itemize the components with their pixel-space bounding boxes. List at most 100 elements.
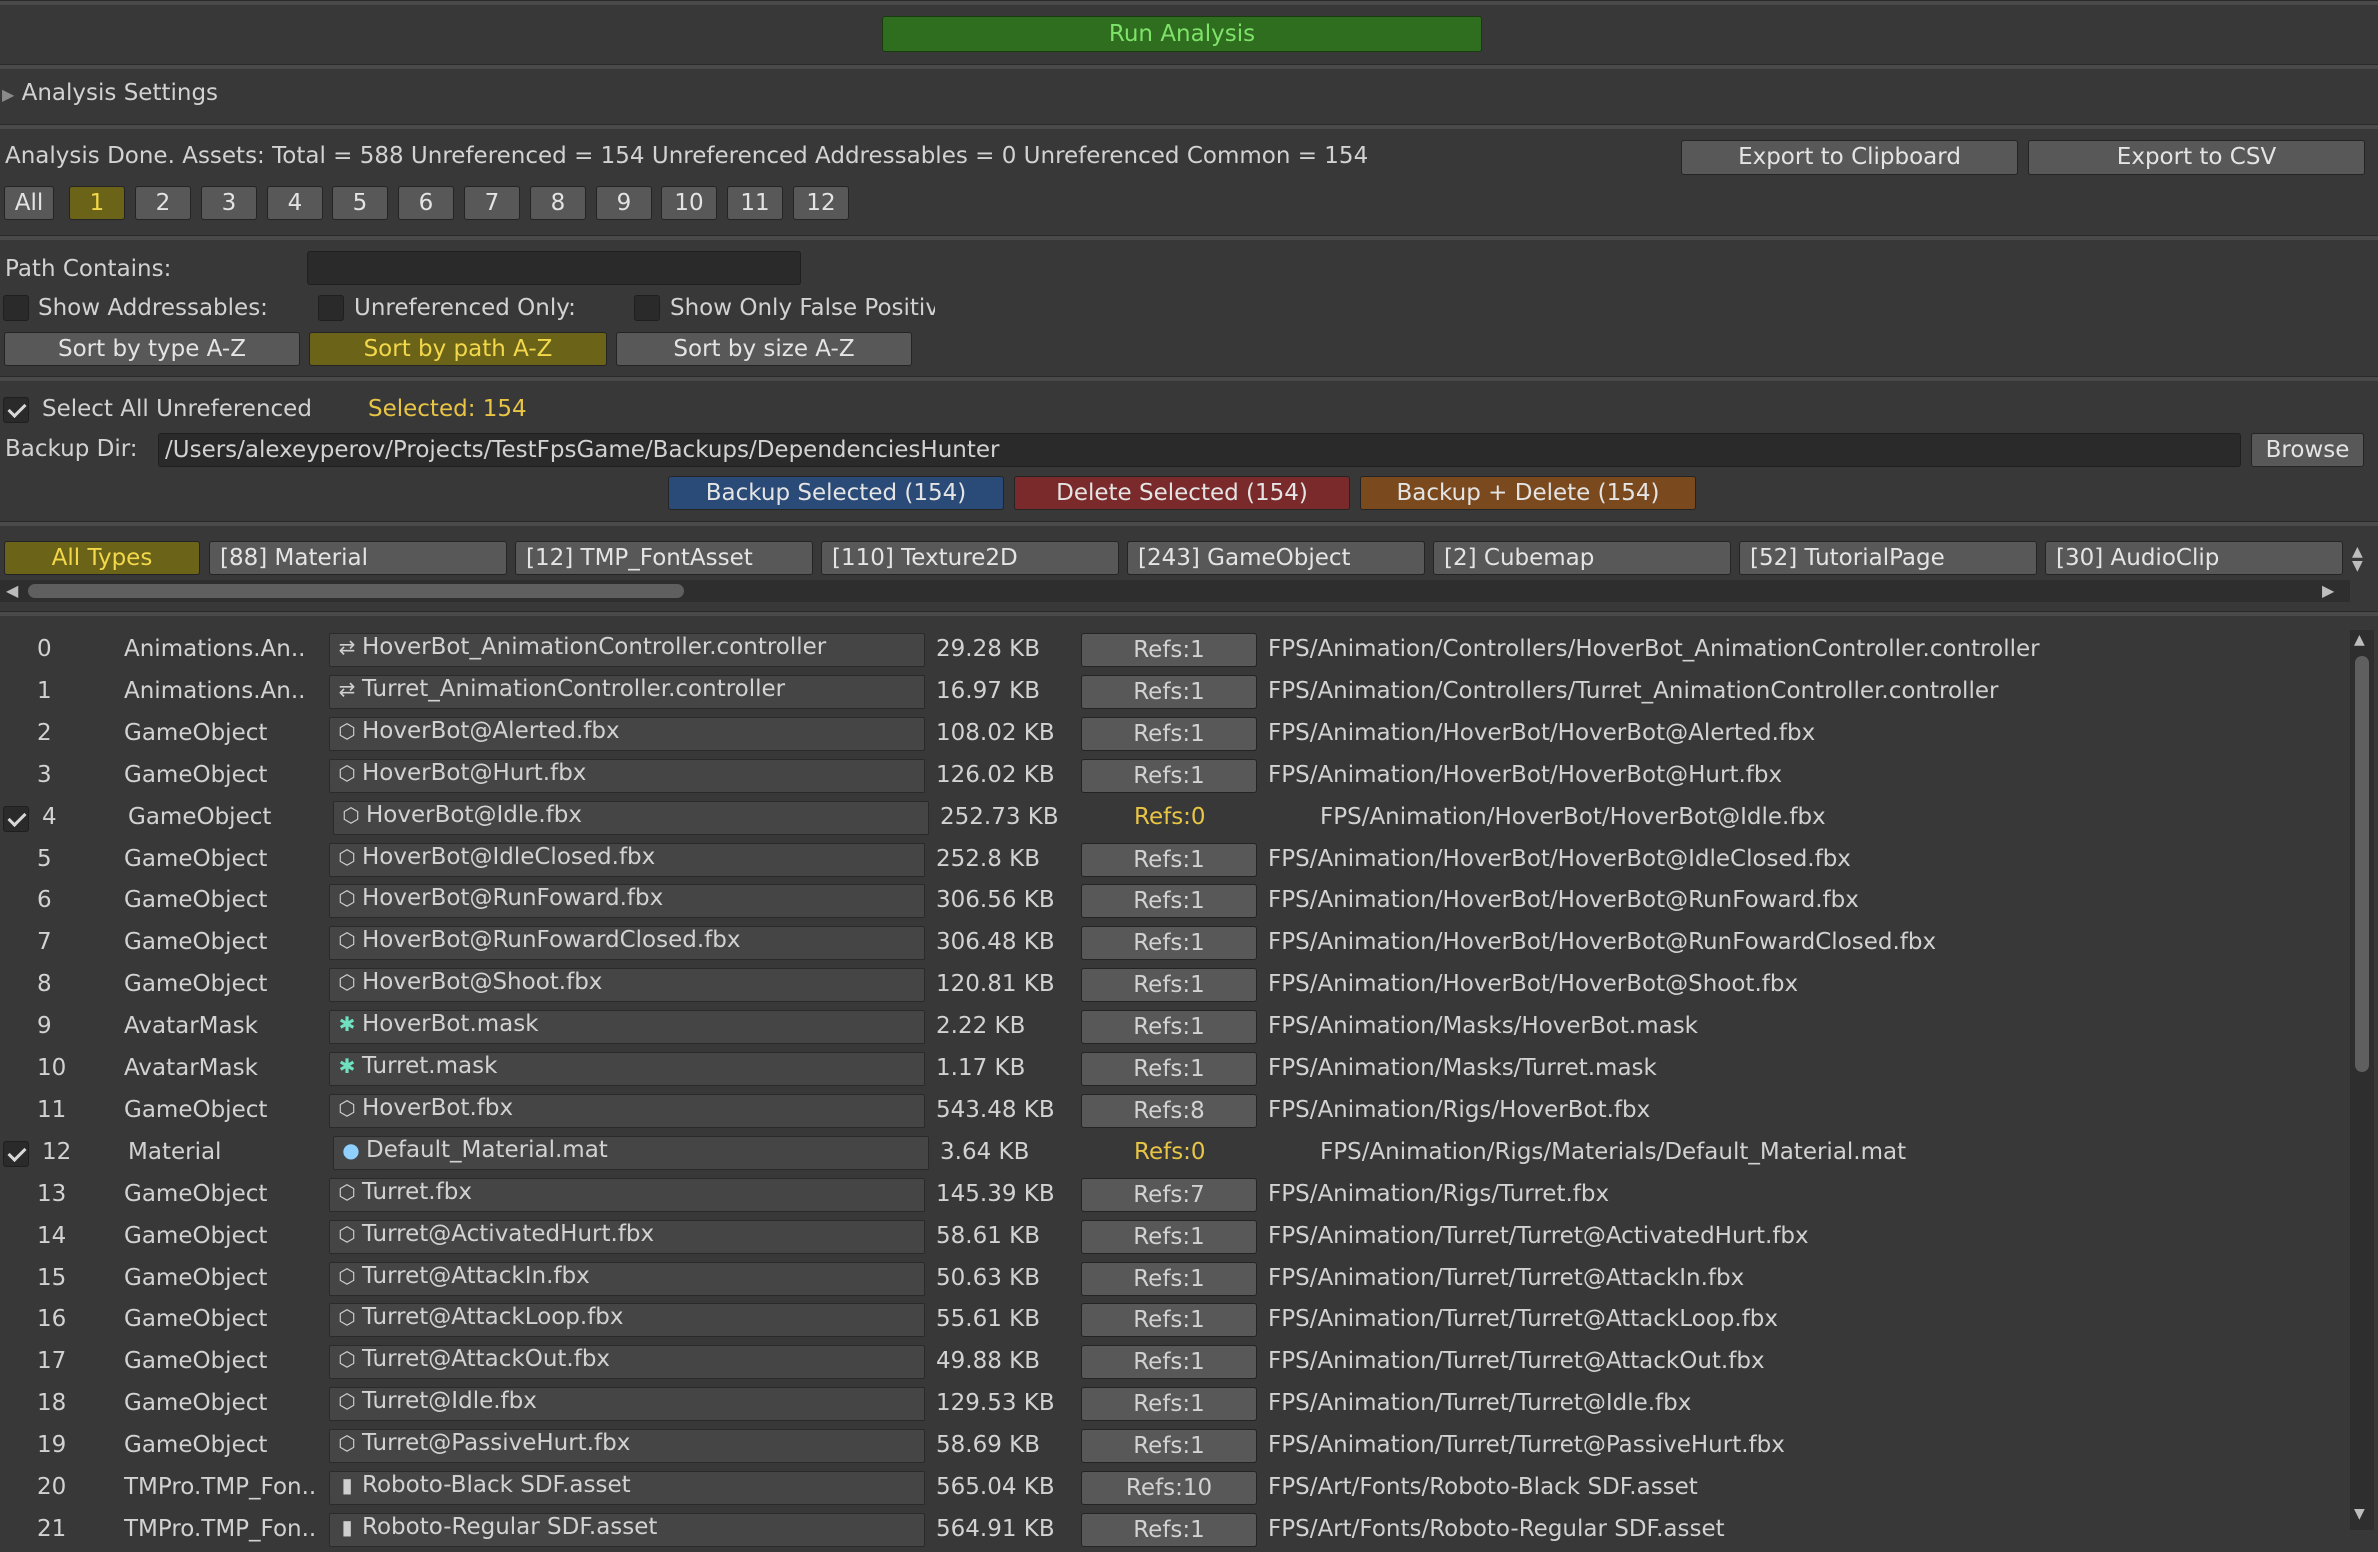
scroll-right-icon[interactable]: ▶ xyxy=(2322,581,2334,600)
scroll-down-icon[interactable]: ▼ xyxy=(2354,1506,2365,1522)
row-refs-button[interactable]: Refs:1 xyxy=(1081,1303,1257,1338)
horizontal-scrollbar[interactable]: ◀ ▶ xyxy=(0,580,2350,602)
row-refs-button[interactable]: Refs:1 xyxy=(1081,1429,1257,1464)
type-tab-2[interactable]: [12] TMP_FontAsset xyxy=(515,541,813,575)
table-row[interactable]: 9 AvatarMask ✱ HoverBot.mask 2.22 KB Refs:1 FP… xyxy=(0,1007,2350,1049)
row-asset-field[interactable]: ⬡ HoverBot@Alerted.fbx xyxy=(329,716,925,751)
sort-by-size-button[interactable]: Sort by size A-Z xyxy=(616,332,912,366)
page-button-6[interactable]: 6 xyxy=(398,186,454,220)
select-all-unreferenced-checkbox[interactable] xyxy=(3,397,29,423)
horizontal-scrollbar-thumb[interactable] xyxy=(28,584,684,598)
row-refs-button[interactable]: Refs:1 xyxy=(1081,926,1257,961)
row-asset-field[interactable]: ⬡ HoverBot@IdleClosed.fbx xyxy=(329,842,925,877)
row-refs-button[interactable]: Refs:1 xyxy=(1081,1345,1257,1380)
table-row[interactable]: 14 GameObject ⬡ Turret@ActivatedHurt.fbx 58.… xyxy=(0,1217,2350,1259)
row-refs-button[interactable]: Refs:1 xyxy=(1081,1052,1257,1086)
table-row[interactable]: 21 TMPro.TMP_Fon.. ▮ Roboto-Regular SDF.ass… xyxy=(0,1510,2350,1552)
row-refs-button[interactable]: Refs:1 xyxy=(1081,633,1257,667)
table-row[interactable]: 7 GameObject ⬡ HoverBot@RunFowardClosed.fbx… xyxy=(0,923,2350,965)
browse-button[interactable]: Browse xyxy=(2251,433,2364,467)
vertical-scrollbar-thumb[interactable] xyxy=(2355,656,2369,1072)
table-row[interactable]: 12 Material ● Default_Material.mat 3.64 KB Re… xyxy=(0,1133,2350,1175)
page-button-4[interactable]: 4 xyxy=(267,186,323,220)
type-tabs-scroll-up-icon[interactable]: ▲ ▼ xyxy=(2352,545,2363,573)
row-asset-field[interactable]: ⬡ Turret@Idle.fbx xyxy=(329,1387,925,1422)
row-refs-button[interactable]: Refs:7 xyxy=(1081,1177,1257,1212)
row-asset-field[interactable]: ⬡ Turret.fbx xyxy=(329,1177,925,1212)
type-tab-5[interactable]: [2] Cubemap xyxy=(1433,541,1731,575)
sort-by-type-button[interactable]: Sort by type A-Z xyxy=(4,332,300,366)
table-row[interactable]: 8 GameObject ⬡ HoverBot@Shoot.fbx 120.81 KB R… xyxy=(0,965,2350,1007)
row-refs-button[interactable]: Refs:1 xyxy=(1081,674,1257,709)
table-row[interactable]: 5 GameObject ⬡ HoverBot@IdleClosed.fbx 252.8… xyxy=(0,840,2350,882)
show-addressables-checkbox[interactable] xyxy=(3,295,29,321)
row-refs-button[interactable]: Refs:1 xyxy=(1081,1261,1257,1296)
sort-by-path-button[interactable]: Sort by path A-Z xyxy=(309,332,607,366)
page-button-10[interactable]: 10 xyxy=(661,186,717,220)
run-analysis-button[interactable]: Run Analysis xyxy=(882,16,1482,52)
row-asset-field[interactable]: ⬡ HoverBot.fbx xyxy=(329,1093,925,1128)
page-button-3[interactable]: 3 xyxy=(201,186,257,220)
row-asset-field[interactable]: ✱ Turret.mask xyxy=(329,1052,925,1086)
backup-delete-button[interactable]: Backup + Delete (154) xyxy=(1360,476,1696,510)
row-checkbox[interactable] xyxy=(3,1140,29,1167)
table-row[interactable]: 17 GameObject ⬡ Turret@AttackOut.fbx 49.88 K… xyxy=(0,1342,2350,1384)
table-row[interactable]: 19 GameObject ⬡ Turret@PassiveHurt.fbx 58.69… xyxy=(0,1426,2350,1468)
page-button-1[interactable]: 1 xyxy=(69,186,125,220)
type-tab-6[interactable]: [52] TutorialPage xyxy=(1739,541,2037,575)
row-asset-field[interactable]: ⬡ HoverBot@Hurt.fbx xyxy=(329,758,925,793)
page-button-9[interactable]: 9 xyxy=(596,186,652,220)
table-row[interactable]: 3 GameObject ⬡ HoverBot@Hurt.fbx 126.02 KB Re… xyxy=(0,756,2350,798)
table-row[interactable]: 1 Animations.An.. ⇄ Turret_AnimationControl… xyxy=(0,672,2350,714)
row-refs-button[interactable]: Refs:1 xyxy=(1081,842,1257,877)
vertical-scrollbar[interactable]: ▲ ▼ xyxy=(2350,630,2374,1530)
page-button-11[interactable]: 11 xyxy=(727,186,783,220)
row-asset-field[interactable]: ⇄ Turret_AnimationController.controller xyxy=(329,674,925,709)
row-asset-field[interactable]: ⬡ Turret@AttackOut.fbx xyxy=(329,1345,925,1380)
page-button-8[interactable]: 8 xyxy=(530,186,586,220)
row-asset-field[interactable]: ⬡ Turret@PassiveHurt.fbx xyxy=(329,1429,925,1464)
backup-selected-button[interactable]: Backup Selected (154) xyxy=(668,476,1004,510)
type-tab-1[interactable]: [88] Material xyxy=(209,541,507,575)
row-refs-button[interactable]: Refs:1 xyxy=(1081,758,1257,793)
row-refs-button[interactable]: Refs:1 xyxy=(1081,716,1257,751)
unreferenced-only-checkbox[interactable] xyxy=(318,295,344,321)
table-row[interactable]: 13 GameObject ⬡ Turret.fbx 145.39 KB Refs:7 FP… xyxy=(0,1175,2350,1217)
table-row[interactable]: 18 GameObject ⬡ Turret@Idle.fbx 129.53 KB Ref… xyxy=(0,1384,2350,1426)
row-refs-button[interactable]: Refs:1 xyxy=(1081,1010,1257,1045)
row-asset-field[interactable]: ⬡ Turret@AttackLoop.fbx xyxy=(329,1303,925,1338)
analysis-settings-foldout[interactable]: ▶ Analysis Settings xyxy=(2,80,218,106)
table-row[interactable]: 16 GameObject ⬡ Turret@AttackLoop.fbx 55.61 … xyxy=(0,1300,2350,1342)
table-row[interactable]: 4 GameObject ⬡ HoverBot@Idle.fbx 252.73 KB Re… xyxy=(0,798,2350,840)
row-refs-button[interactable]: Refs:1 xyxy=(1081,1512,1257,1547)
type-tab-0[interactable]: All Types xyxy=(4,541,200,575)
type-tab-4[interactable]: [243] GameObject xyxy=(1127,541,1425,575)
scroll-up-icon[interactable]: ▲ xyxy=(2354,632,2365,648)
row-refs-button[interactable]: Refs:1 xyxy=(1081,1219,1257,1254)
backup-dir-input[interactable]: /Users/alexeyperov/Projects/TestFpsGame/… xyxy=(158,433,2241,467)
row-refs-button[interactable]: Refs:1 xyxy=(1081,884,1257,919)
row-asset-field[interactable]: ⬡ HoverBot@Shoot.fbx xyxy=(329,968,925,1003)
row-asset-field[interactable]: ⬡ HoverBot@RunFowardClosed.fbx xyxy=(329,926,925,961)
row-asset-field[interactable]: ⬡ Turret@AttackIn.fbx xyxy=(329,1261,925,1296)
page-button-5[interactable]: 5 xyxy=(332,186,388,220)
page-button-2[interactable]: 2 xyxy=(135,186,191,220)
table-row[interactable]: 20 TMPro.TMP_Fon.. ▮ Roboto-Black SDF.asset… xyxy=(0,1468,2350,1510)
table-row[interactable]: 10 AvatarMask ✱ Turret.mask 1.17 KB Refs:1 FPS… xyxy=(0,1049,2350,1091)
row-refs-button[interactable]: Refs:1 xyxy=(1081,1387,1257,1422)
show-false-positives-checkbox[interactable] xyxy=(634,295,660,321)
path-contains-input[interactable] xyxy=(307,251,801,285)
row-asset-field[interactable]: ⬡ Turret@ActivatedHurt.fbx xyxy=(329,1219,925,1254)
table-row[interactable]: 6 GameObject ⬡ HoverBot@RunFoward.fbx 306.56… xyxy=(0,881,2350,923)
page-button-7[interactable]: 7 xyxy=(464,186,520,220)
row-asset-field[interactable]: ● Default_Material.mat xyxy=(333,1135,929,1170)
type-tab-7[interactable]: [30] AudioClip xyxy=(2045,541,2343,575)
scroll-left-icon[interactable]: ◀ xyxy=(6,581,18,600)
row-asset-field[interactable]: ▮ Roboto-Regular SDF.asset xyxy=(329,1512,925,1547)
table-row[interactable]: 0 Animations.An.. ⇄ HoverBot_AnimationContr… xyxy=(0,630,2350,672)
table-row[interactable]: 2 GameObject ⬡ HoverBot@Alerted.fbx 108.02 K… xyxy=(0,714,2350,756)
row-asset-field[interactable]: ⬡ HoverBot@RunFoward.fbx xyxy=(329,884,925,919)
row-refs-button[interactable]: Refs:1 xyxy=(1081,968,1257,1003)
row-asset-field[interactable]: ▮ Roboto-Black SDF.asset xyxy=(329,1471,925,1505)
row-asset-field[interactable]: ⇄ HoverBot_AnimationController.controller xyxy=(329,633,925,667)
